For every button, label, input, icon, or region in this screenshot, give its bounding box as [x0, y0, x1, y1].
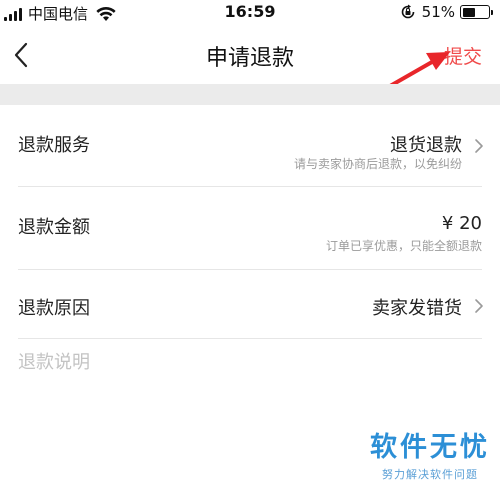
- battery-fill: [462, 7, 475, 17]
- refund-reason-value: 卖家发错货: [372, 298, 462, 319]
- watermark-title: 软件无忧: [370, 432, 490, 463]
- refund-service-hint: 请与卖家协商后退款，以免纠纷: [293, 157, 462, 171]
- chevron-right-icon: [475, 139, 483, 153]
- refund-amount-label: 退款金额: [18, 217, 90, 238]
- battery-icon: [460, 5, 493, 19]
- status-bar: 中国电信 16:59 51%: [0, 0, 500, 26]
- refund-amount-row: 退款金额 ¥ 20 订单已享优惠，只能全额退款: [0, 187, 500, 269]
- chevron-right-icon: [475, 299, 483, 313]
- refund-description-input[interactable]: 退款说明: [18, 348, 90, 374]
- rotation-lock-icon: [401, 4, 414, 19]
- watermark: 软件无忧 努力解决软件问题: [370, 425, 490, 482]
- watermark-subtitle: 努力解决软件问题: [382, 468, 478, 481]
- refund-service-value: 退货退款: [390, 135, 462, 156]
- battery-tip: [491, 10, 493, 15]
- status-right: 51%: [400, 3, 493, 21]
- refund-service-row[interactable]: 退款服务 退货退款 请与卖家协商后退款，以免纠纷: [0, 105, 500, 187]
- refund-amount-hint: 订单已享优惠，只能全额退款: [325, 239, 482, 253]
- divider: [18, 338, 482, 339]
- section-separator: [0, 84, 500, 105]
- refund-service-label: 退款服务: [18, 135, 90, 156]
- refund-amount-value: ¥ 20: [441, 213, 482, 234]
- refund-reason-label: 退款原因: [18, 298, 90, 319]
- refund-reason-row[interactable]: 退款原因 卖家发错货: [0, 270, 500, 338]
- battery-percent: 51%: [421, 3, 455, 21]
